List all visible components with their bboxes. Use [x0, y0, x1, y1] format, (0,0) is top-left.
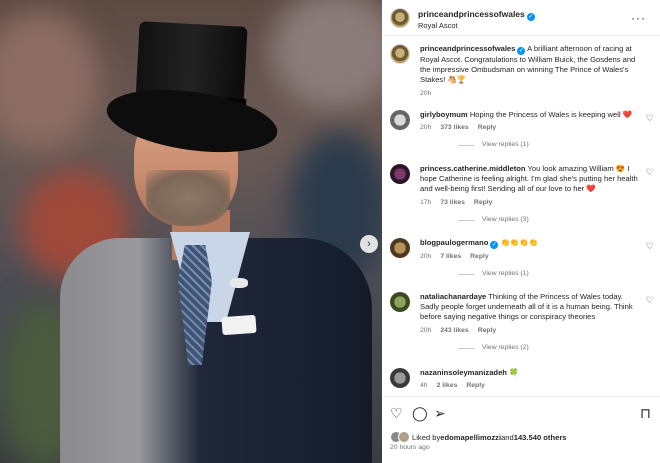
view-replies-button[interactable]: View replies (1) — [420, 141, 638, 148]
comment-text: Hoping the Princess of Wales is keeping … — [469, 110, 633, 119]
liked-by-prefix: Liked by — [412, 432, 441, 442]
comment-time: 4h — [420, 382, 428, 390]
post-time: 20 hours ago — [390, 444, 430, 451]
comment-time: 20h — [420, 253, 432, 260]
view-replies-button[interactable]: View replies (3) — [420, 216, 638, 223]
heart-icon[interactable]: ♡ — [646, 113, 654, 124]
liked-by-username[interactable]: edomapellimozzi — [440, 433, 501, 442]
view-replies-button[interactable]: View replies (2) — [420, 344, 638, 351]
reply-button[interactable]: Reply — [466, 382, 485, 389]
comment: nazaninsoleymanizadeh 🍀 4h 2 likes Reply — [382, 368, 660, 396]
comment-time: 17h — [420, 198, 432, 206]
comment-username[interactable]: blogpaulogermano — [420, 238, 488, 247]
comment-likes[interactable]: 7 likes — [440, 253, 461, 260]
reply-button[interactable]: Reply — [474, 199, 493, 206]
comment-username[interactable]: nazaninsoleymanizadeh — [420, 368, 507, 377]
comment-username[interactable]: nataliachanardaye — [420, 292, 486, 301]
more-horizontal-icon[interactable]: ··· — [631, 11, 646, 25]
reply-button[interactable]: Reply — [478, 124, 497, 131]
avatar[interactable] — [390, 44, 410, 64]
likes-count[interactable]: 143.540 others — [514, 433, 567, 442]
heart-icon[interactable]: ♡ — [646, 241, 654, 252]
next-photo-icon[interactable]: › — [360, 235, 378, 253]
heart-icon[interactable]: ♡ — [390, 404, 403, 422]
verified-badge-icon: ✓ — [526, 12, 535, 21]
view-replies-button[interactable]: View replies (1) — [420, 270, 638, 277]
comment-likes[interactable]: 373 likes — [440, 124, 468, 131]
verified-badge-icon: ✓ — [490, 241, 499, 249]
comment: princess.catherine.middleton You look am… — [382, 164, 660, 238]
caption-username[interactable]: princeandprincessofwales — [420, 44, 515, 53]
send-icon[interactable]: ➢ — [434, 404, 446, 422]
avatar[interactable] — [398, 431, 410, 443]
verified-badge-icon: ✓ — [517, 47, 526, 55]
avatar[interactable] — [390, 238, 410, 258]
avatar[interactable] — [390, 292, 410, 312]
avatar[interactable] — [390, 164, 410, 184]
heart-icon[interactable]: ♡ — [646, 167, 654, 178]
comment: blogpaulogermano ✓ 👏👏👏👏 20h 7 likes Reply ♡… — [382, 238, 660, 292]
comment-text: 🍀 — [509, 368, 519, 377]
comment: nataliachanardaye Thinking of the Prince… — [382, 292, 660, 368]
comment-time: 20h — [420, 326, 432, 334]
liked-by-and: and — [501, 432, 514, 442]
comment-likes[interactable]: 2 likes — [437, 382, 458, 389]
post-header: princeandprincessofwales ✓ Royal Ascot ··… — [382, 0, 660, 36]
liked-by: Liked by edomapellimozzi and 143.540 oth… — [390, 431, 567, 443]
reply-button[interactable]: Reply — [470, 253, 489, 260]
avatar[interactable] — [390, 110, 410, 130]
caption: princeandprincessofwales ✓ A brilliant af… — [382, 44, 660, 110]
comments-list: princeandprincessofwales ✓ A brilliant af… — [382, 44, 660, 396]
comment-likes[interactable]: 243 likes — [440, 327, 468, 334]
comment-username[interactable]: princess.catherine.middleton — [420, 164, 526, 173]
comment-time: 20h — [420, 124, 432, 132]
avatar[interactable] — [390, 7, 410, 28]
caption-time: 20h — [420, 89, 432, 97]
reply-button[interactable]: Reply — [478, 327, 497, 334]
location-link[interactable]: Royal Ascot — [418, 22, 535, 31]
bookmark-icon[interactable]: ⊓ — [640, 404, 651, 422]
heart-icon[interactable]: ♡ — [646, 295, 654, 306]
post-actions: ♡ ◯ ➢ ⊓ — [390, 404, 652, 422]
avatar[interactable] — [390, 368, 410, 388]
post-photo: › — [0, 0, 382, 463]
comment-likes[interactable]: 73 likes — [440, 199, 465, 206]
comment-icon[interactable]: ◯ — [412, 404, 428, 422]
post-details-pane: princeandprincessofwales ✓ Royal Ascot ··… — [382, 0, 660, 463]
comment: girlyboymum Hoping the Princess of Wales… — [382, 110, 660, 164]
comment-username[interactable]: girlyboymum — [420, 110, 468, 119]
comment-text: 👏👏👏👏 — [500, 238, 539, 247]
header-username[interactable]: princeandprincessofwales — [418, 9, 525, 19]
pocket-square — [221, 314, 257, 336]
